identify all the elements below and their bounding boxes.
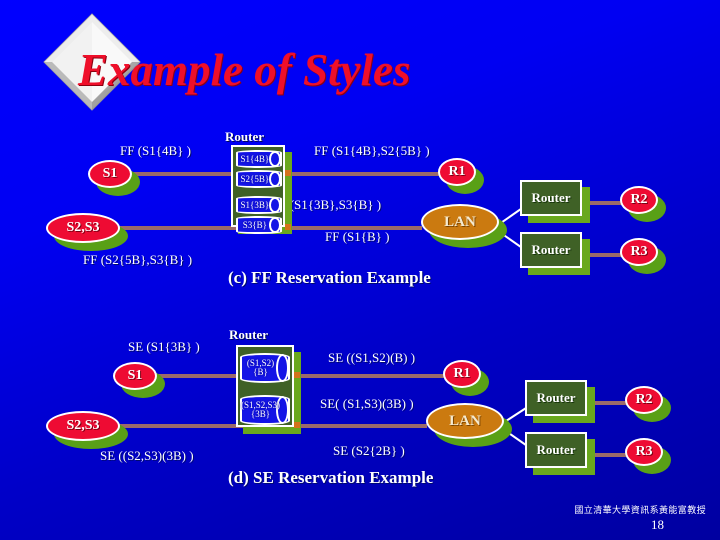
- ff-source-s1-label: S1: [102, 166, 118, 181]
- se-link-lan: [297, 424, 427, 428]
- page-number: 18: [651, 517, 664, 532]
- ff-reservation-label-2: S2{5B}: [240, 173, 270, 184]
- se-receiver-r3: R3: [625, 438, 663, 466]
- ff-reservation-label-3: S1{3B}: [240, 199, 270, 210]
- ff-reservation-cylinder-2: S2{5B}: [236, 170, 282, 188]
- ff-receiver-r2-label: R2: [630, 192, 648, 207]
- ff-source-s2s3-label: S2,S3: [66, 220, 100, 235]
- ff-reservation-label-1: S1{4B}: [240, 153, 270, 164]
- se-link-r1: [297, 374, 445, 378]
- ff-router-r3-box: Router: [520, 232, 582, 268]
- ff-router-caption: Router: [225, 129, 264, 144]
- se-source-s1-label: S1: [127, 368, 143, 383]
- ff-source-s1: S1: [88, 160, 132, 188]
- se-reservation-label-2b: {3B}: [250, 409, 271, 419]
- footer-credit: 國立清華大學資訊系黃能富教授: [574, 506, 706, 516]
- se-receiver-r1-label: R1: [453, 366, 471, 381]
- se-source-s2s3: S2,S3: [46, 411, 120, 441]
- ff-source-s2s3: S2,S3: [46, 213, 120, 243]
- ff-router-r3-label: Router: [531, 242, 571, 257]
- se-receiver-r2-label: R2: [635, 392, 653, 407]
- se-receiver-r1: R1: [443, 360, 481, 388]
- page-title: Example of Styles: [78, 45, 411, 95]
- se-label-out-mid: SE( (S1,S3)(3B) ): [320, 396, 414, 411]
- ff-reservation-label-4: S3{B}: [242, 219, 267, 230]
- se-source-s2s3-label: S2,S3: [66, 418, 100, 433]
- ff-receiver-r1: R1: [438, 158, 476, 186]
- se-router-r2-box: Router: [525, 380, 587, 416]
- ff-link-r1: [288, 172, 440, 176]
- se-diagram-caption: (d) SE Reservation Example: [228, 468, 434, 487]
- se-port-dot-bottom: [294, 422, 300, 428]
- ff-label-in-bottom: FF (S2{5B},S3{B} ): [83, 252, 193, 267]
- ff-port-dot-bottom: [285, 224, 291, 230]
- slide-canvas: Example of Styles Router S1{4B} S2{5B} S…: [0, 0, 720, 540]
- se-receiver-r2: R2: [625, 386, 663, 414]
- ff-reservation-cylinder-1: S1{4B}: [236, 150, 282, 168]
- se-reservation-cylinder-1: (S1,S2) {B}: [240, 353, 290, 383]
- se-link-s2s3: [110, 424, 245, 428]
- se-router-r3-box: Router: [525, 432, 587, 468]
- se-router-r2-label: Router: [536, 390, 576, 405]
- se-label-in-top: SE (S1{3B} ): [128, 339, 200, 354]
- ff-label-in-top: FF (S1{4B} ): [120, 143, 191, 158]
- se-label-out-top: SE ((S1,S2)(B) ): [328, 350, 416, 365]
- se-reservation-cylinder-2: (S1,S2,S3) {3B}: [240, 395, 290, 425]
- ff-label-out-bottom: FF (S1{B} ): [325, 229, 390, 244]
- se-port-dot-top: [294, 372, 300, 378]
- ff-reservation-cylinder-4: S3{B}: [236, 216, 282, 234]
- ff-receiver-r3: R3: [620, 238, 658, 266]
- ff-receiver-r1-label: R1: [448, 164, 466, 179]
- se-label-out-bottom: SE (S2{2B} ): [333, 443, 405, 458]
- ff-router-r2-label: Router: [531, 190, 571, 205]
- ff-receiver-r2: R2: [620, 186, 658, 214]
- ff-receiver-r3-label: R3: [630, 244, 648, 259]
- ff-lan-label: LAN: [444, 213, 476, 230]
- ff-reservation-cylinder-3: S1{3B}: [236, 196, 282, 214]
- ff-label-out-top: FF (S1{4B},S2{5B} ): [314, 143, 430, 158]
- se-reservation-label-1b: {B}: [253, 367, 268, 377]
- ff-port-dot-top: [285, 170, 291, 176]
- se-router-caption: Router: [229, 327, 268, 342]
- se-source-s1: S1: [113, 362, 157, 390]
- se-lan-label: LAN: [449, 412, 481, 429]
- se-router-r3-label: Router: [536, 442, 576, 457]
- ff-lan-cloud: LAN: [421, 204, 499, 240]
- ff-router-r2-box: Router: [520, 180, 582, 216]
- ff-diagram-caption: (c) FF Reservation Example: [228, 268, 431, 287]
- se-label-in-bottom: SE ((S2,S3)(3B) ): [100, 448, 194, 463]
- se-receiver-r3-label: R3: [635, 444, 653, 459]
- se-lan-cloud: LAN: [426, 403, 504, 439]
